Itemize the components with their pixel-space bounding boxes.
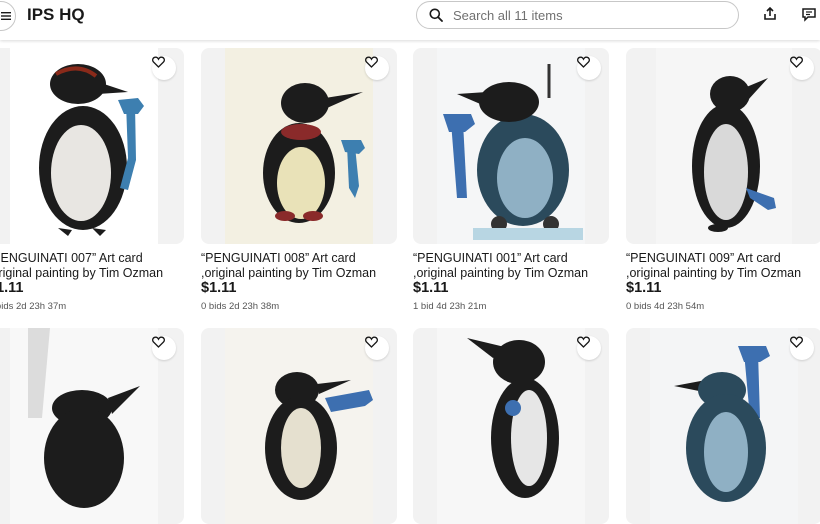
heart-icon bbox=[365, 336, 378, 348]
heart-icon bbox=[790, 56, 803, 68]
share-icon[interactable] bbox=[762, 6, 778, 22]
item-image[interactable] bbox=[201, 328, 397, 524]
item-bids-time: 0 bids 4d 23h 54m bbox=[626, 301, 705, 312]
penguin-painting-image bbox=[225, 48, 373, 244]
watch-button[interactable] bbox=[365, 56, 389, 80]
heart-icon bbox=[790, 336, 803, 348]
item-image[interactable] bbox=[626, 328, 820, 524]
store-header: IPS HQ bbox=[0, 0, 820, 40]
item-title[interactable]: “PENGUINATI 008” Art card ,original pain… bbox=[201, 251, 401, 281]
watch-button[interactable] bbox=[365, 336, 389, 360]
heart-icon bbox=[365, 56, 378, 68]
item-price: $1.11 bbox=[626, 280, 662, 296]
watch-button[interactable] bbox=[152, 56, 176, 80]
item-title[interactable]: “PENGUINATI 009” Art card ,original pain… bbox=[626, 251, 820, 281]
item-image[interactable] bbox=[413, 328, 609, 524]
message-icon[interactable] bbox=[801, 6, 817, 22]
search-icon bbox=[429, 8, 443, 22]
heart-icon bbox=[577, 336, 590, 348]
store-search-box[interactable] bbox=[416, 1, 739, 29]
watch-button[interactable] bbox=[790, 56, 814, 80]
watch-button[interactable] bbox=[790, 336, 814, 360]
search-input[interactable] bbox=[451, 6, 725, 24]
item-title[interactable]: “PENGUINATI 007” Art card ,original pain… bbox=[0, 251, 188, 281]
watch-button[interactable] bbox=[152, 336, 176, 360]
item-bids-time: 0 bids 2d 23h 37m bbox=[0, 301, 67, 312]
item-image[interactable] bbox=[0, 48, 184, 244]
item-bids-time: 1 bid 4d 23h 21m bbox=[413, 301, 487, 312]
item-price: $1.11 bbox=[413, 280, 449, 296]
item-title[interactable]: “PENGUINATI 001” Art card ,original pain… bbox=[413, 251, 613, 281]
item-image[interactable] bbox=[626, 48, 820, 244]
hamburger-menu-icon bbox=[1, 12, 11, 20]
heart-icon bbox=[577, 56, 590, 68]
item-price: $1.11 bbox=[201, 280, 237, 296]
item-image[interactable] bbox=[201, 48, 397, 244]
penguin-painting-image bbox=[437, 328, 585, 524]
penguin-painting-image bbox=[225, 328, 373, 524]
item-price: $1.11 bbox=[0, 280, 24, 296]
penguin-painting-image bbox=[437, 48, 585, 244]
menu-button[interactable] bbox=[0, 1, 16, 31]
heart-icon bbox=[152, 56, 165, 68]
item-image[interactable] bbox=[413, 48, 609, 244]
item-bids-time: 0 bids 2d 23h 38m bbox=[201, 301, 280, 312]
penguin-painting-image bbox=[650, 328, 798, 524]
watch-button[interactable] bbox=[577, 336, 601, 360]
item-image[interactable] bbox=[0, 328, 184, 524]
watch-button[interactable] bbox=[577, 56, 601, 80]
heart-icon bbox=[152, 336, 165, 348]
penguin-painting-image bbox=[656, 48, 792, 244]
store-title[interactable]: IPS HQ bbox=[27, 5, 85, 25]
